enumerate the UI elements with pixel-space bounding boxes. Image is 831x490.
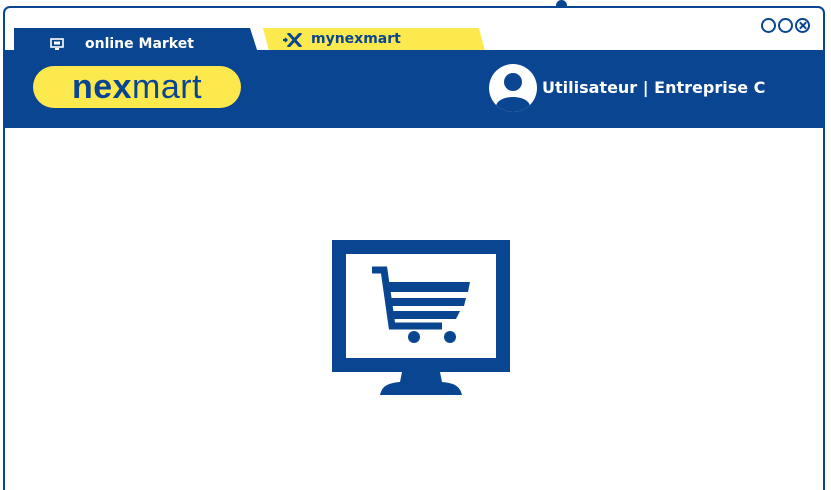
close-button[interactable] bbox=[795, 18, 810, 33]
user-company-label[interactable]: Utilisateur | Entreprise C bbox=[542, 78, 765, 97]
logo-light-text: mart bbox=[132, 67, 203, 106]
minimize-button[interactable] bbox=[761, 18, 776, 33]
user-avatar-icon[interactable] bbox=[489, 64, 537, 112]
nexmart-logo[interactable]: nex mart bbox=[33, 66, 241, 108]
header-bar: nex mart Utilisateur | Entreprise C bbox=[5, 50, 823, 128]
nexmart-x-icon bbox=[282, 31, 303, 51]
tab-label: mynexmart bbox=[311, 31, 401, 47]
monitor-shopping-cart-icon bbox=[332, 240, 510, 400]
app-window: online Market mynexmart nex mart Utilisat… bbox=[3, 6, 825, 490]
tab-mynexmart[interactable]: mynexmart bbox=[263, 28, 485, 51]
window-controls bbox=[761, 18, 810, 33]
logo-bold-text: nex bbox=[71, 67, 133, 106]
main-content bbox=[5, 128, 823, 490]
maximize-button[interactable] bbox=[778, 18, 793, 33]
